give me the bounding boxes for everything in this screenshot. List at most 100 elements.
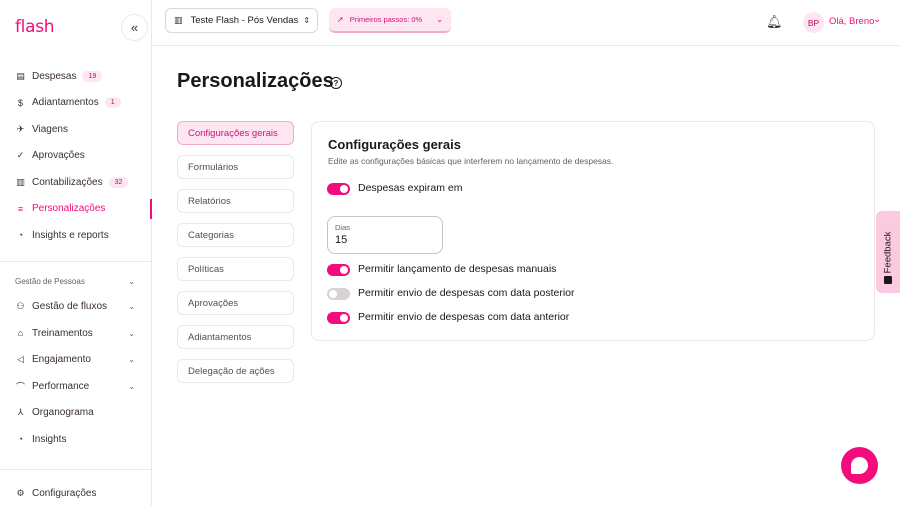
sidebar-item-adiantamentos[interactable]: $ Adiantamentos 1 — [0, 90, 151, 117]
expire-toggle-label: Despesas expiram em — [358, 182, 463, 194]
sidebar-item-despesas[interactable]: ▤ Despesas 19 — [0, 63, 151, 90]
sidebar-item-label: Organograma — [32, 407, 94, 419]
tab-categorias[interactable]: Categorias — [177, 223, 294, 247]
sidebar-item-gestao-fluxos[interactable]: ⚇ Gestão de fluxos ⌄ — [0, 294, 151, 321]
sidebar-item-performance[interactable]: ⌒ Performance ⌄ — [0, 373, 151, 400]
chat-bubble-icon — [851, 457, 868, 474]
sidebar-item-label: Gestão de fluxos — [32, 301, 108, 313]
count-badge: 19 — [82, 70, 103, 82]
user-greeting[interactable]: Olá, Breno — [829, 16, 874, 27]
sidebar-item-organograma[interactable]: ⅄ Organograma — [0, 400, 151, 427]
sidebar-item-label: Engajamento — [32, 354, 91, 366]
general-settings-card: Configurações gerais Edite as configuraç… — [311, 121, 875, 341]
pie-chart-icon: ◔ — [17, 230, 24, 241]
chat-button[interactable] — [841, 447, 878, 484]
tab-delegacao-acoes[interactable]: Delegação de ações — [177, 359, 294, 383]
earlier-date-toggle[interactable] — [327, 312, 350, 324]
dollar-icon: $ — [17, 97, 23, 108]
page-title: Personalizações — [177, 70, 334, 92]
days-input-label: Dias — [335, 223, 351, 232]
sidebar: flash « ▤ Despesas 19 $ Adiantamentos 1 … — [0, 0, 152, 506]
sidebar-item-engajamento[interactable]: ◁ Engajamento ⌄ — [0, 347, 151, 374]
count-badge: 32 — [108, 176, 129, 188]
card-subtitle: Edite as configurações básicas que inter… — [328, 156, 614, 166]
sidebar-item-personalizacoes[interactable]: ≡ Personalizações — [0, 196, 152, 223]
help-icon[interactable]: ? — [330, 77, 342, 89]
sidebar-item-label: Personalizações — [32, 203, 106, 215]
sidebar-nav: ▤ Despesas 19 $ Adiantamentos 1 ✈ Viagen… — [0, 63, 152, 453]
first-steps-label: Primeiros passos: 0% — [349, 15, 423, 24]
chevron-down-icon: ⌄ — [128, 277, 135, 286]
sidebar-item-label: Insights e reports — [32, 229, 109, 241]
company-selector[interactable]: ▥ Teste Flash - Pós Vendas ⇕ — [165, 8, 318, 33]
graduation-icon: ⌂ — [17, 328, 24, 339]
count-badge: 1 — [104, 97, 121, 109]
later-date-toggle[interactable] — [327, 288, 350, 300]
tab-adiantamentos[interactable]: Adiantamentos — [177, 325, 294, 349]
sidebar-item-label: Adiantamentos — [32, 97, 99, 109]
sidebar-section-gestao-pessoas[interactable]: Gestão de Pessoas ⌄ — [0, 270, 151, 294]
manual-expenses-toggle[interactable] — [327, 264, 350, 276]
gear-icon: ⚙ — [16, 487, 25, 498]
feedback-tab[interactable]: Feedback — [876, 211, 900, 293]
sliders-icon: ≡ — [17, 203, 24, 214]
receipt-icon: ▤ — [16, 70, 25, 81]
days-input[interactable]: Dias 15 — [327, 216, 443, 254]
sidebar-item-label: Despesas — [32, 70, 77, 82]
manual-expenses-toggle-label: Permitir lançamento de despesas manuais — [358, 263, 557, 275]
feedback-icon — [884, 276, 892, 284]
bell-icon[interactable]: 🔔︎ — [766, 14, 783, 30]
sidebar-item-label: Viagens — [32, 123, 68, 135]
tab-aprovacoes[interactable]: Aprovações — [177, 291, 294, 315]
sidebar-item-label: Aprovações — [32, 150, 85, 162]
sidebar-item-label: Treinamentos — [32, 327, 93, 339]
sidebar-item-label: Contabilizações — [32, 176, 103, 188]
sidebar-item-viagens[interactable]: ✈ Viagens — [0, 116, 151, 143]
feedback-label: Feedback — [882, 231, 894, 273]
sidebar-item-insights[interactable]: ◔ Insights — [0, 426, 151, 453]
days-input-value: 15 — [335, 234, 348, 246]
double-chevron-left-icon: « — [130, 20, 139, 35]
sidebar-item-treinamentos[interactable]: ⌂ Treinamentos ⌄ — [0, 320, 151, 347]
earlier-date-toggle-label: Permitir envio de despesas com data ante… — [358, 311, 570, 323]
building-icon: ▥ — [174, 15, 183, 25]
tab-configuracoes-gerais[interactable]: Configurações gerais — [177, 121, 294, 145]
ledger-icon: ▥ — [16, 176, 25, 187]
tab-formularios[interactable]: Formulários — [177, 155, 294, 179]
sidebar-item-aprovacoes[interactable]: ✓ Aprovações — [0, 143, 151, 170]
chevron-down-icon: ⌄ — [436, 15, 443, 24]
megaphone-icon: ◁ — [17, 354, 24, 365]
chart-line-icon: ⌒ — [15, 381, 25, 392]
tab-relatorios[interactable]: Relatórios — [177, 189, 294, 213]
up-down-chevron-icon: ⇕ — [303, 16, 310, 25]
sidebar-item-label: Configurações — [32, 487, 97, 499]
org-chart-icon: ⅄ — [17, 407, 24, 418]
company-name: Teste Flash - Pós Vendas — [190, 15, 299, 26]
top-bar: ▥ Teste Flash - Pós Vendas ⇕ ➚ Primeiros… — [152, 0, 900, 46]
sidebar-item-contabilizacoes[interactable]: ▥ Contabilizações 32 — [0, 169, 151, 196]
flash-logo[interactable]: flash — [15, 17, 55, 37]
chevron-down-icon: ⌄ — [128, 381, 135, 391]
expire-toggle[interactable] — [327, 183, 350, 195]
pie-chart-icon: ◔ — [17, 434, 24, 445]
collapse-sidebar-button[interactable]: « — [121, 14, 148, 41]
chevron-down-icon: ⌄ — [128, 355, 135, 365]
section-title: Gestão de Pessoas — [15, 277, 85, 286]
sidebar-item-configuracoes[interactable]: ⚙ Configurações — [0, 480, 151, 506]
chevron-down-icon[interactable]: ⌄ — [873, 14, 881, 25]
first-steps-button[interactable]: ➚ Primeiros passos: 0% ⌄ — [329, 8, 451, 33]
check-circle-icon: ✓ — [16, 150, 25, 161]
tab-politicas[interactable]: Políticas — [177, 257, 294, 281]
plane-icon: ✈ — [16, 123, 25, 134]
avatar[interactable]: BP — [803, 12, 824, 33]
later-date-toggle-label: Permitir envio de despesas com data post… — [358, 287, 575, 299]
chevron-down-icon: ⌄ — [128, 302, 135, 312]
sidebar-divider — [0, 260, 151, 262]
sidebar-item-insights-reports[interactable]: ◔ Insights e reports — [0, 222, 151, 249]
settings-tabs: Configurações gerais Formulários Relatór… — [177, 121, 294, 393]
sidebar-bottom: ⚙ Configurações — [0, 469, 151, 506]
sidebar-item-label: Performance — [32, 380, 90, 392]
rocket-icon: ➚ — [337, 15, 344, 24]
card-title: Configurações gerais — [328, 137, 461, 152]
flow-icon: ⚇ — [16, 301, 25, 312]
